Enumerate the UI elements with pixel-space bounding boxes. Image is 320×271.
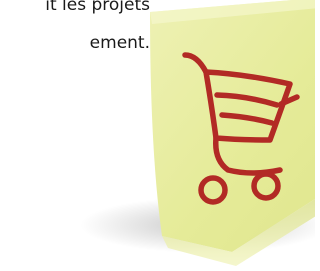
sticky-note: [150, 0, 315, 266]
sticky-note-illustration: [80, 0, 315, 266]
